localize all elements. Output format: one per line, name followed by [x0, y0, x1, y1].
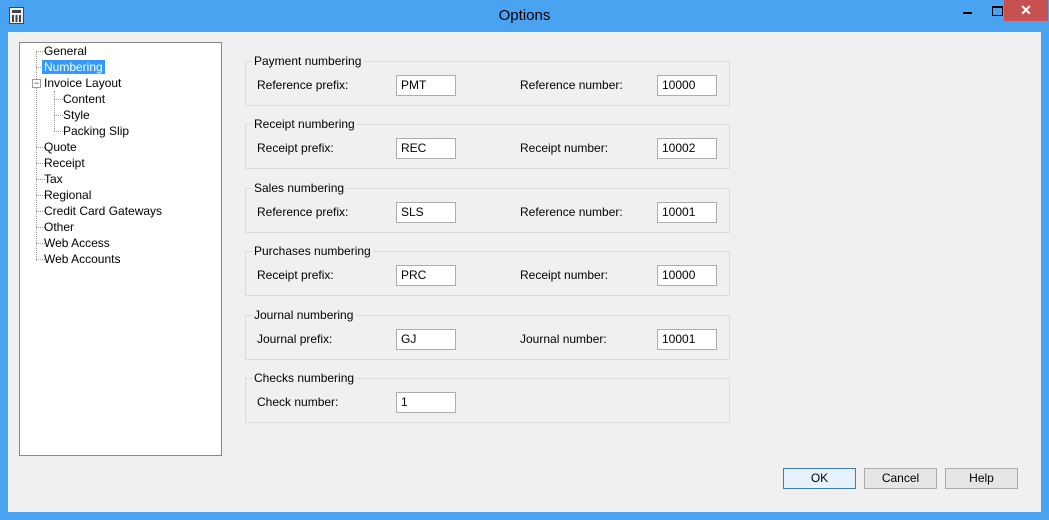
- receipt-prefix-input[interactable]: REC: [396, 138, 456, 159]
- tree-item-regional[interactable]: Regional: [42, 187, 93, 203]
- checks-numbering-group: Checks numbering Check number: 1: [245, 371, 730, 423]
- tree-line: [54, 91, 55, 131]
- tree-item-web-accounts[interactable]: Web Accounts: [42, 251, 123, 267]
- sales-number-input[interactable]: 10001: [657, 202, 717, 223]
- tree-item-web-access[interactable]: Web Access: [42, 235, 112, 251]
- payment-prefix-input[interactable]: PMT: [396, 75, 456, 96]
- sales-numbering-group: Sales numbering Reference prefix: SLS Re…: [245, 181, 730, 233]
- group-title: Purchases numbering: [252, 244, 373, 258]
- tree-item-content[interactable]: Content: [61, 91, 107, 107]
- tree-item-tax[interactable]: Tax: [42, 171, 65, 187]
- journal-numbering-group: Journal numbering Journal prefix: GJ Jou…: [245, 308, 730, 360]
- group-title: Receipt numbering: [252, 117, 357, 131]
- ok-button[interactable]: OK: [783, 468, 856, 489]
- window-title: Options: [498, 7, 551, 24]
- tree-item-other[interactable]: Other: [42, 219, 76, 235]
- journal-number-input[interactable]: 10001: [657, 329, 717, 350]
- reference-number-label: Reference number:: [520, 78, 623, 92]
- purchases-numbering-group: Purchases numbering Receipt prefix: PRC …: [245, 244, 730, 296]
- close-button[interactable]: ✕: [1004, 0, 1048, 21]
- group-title: Payment numbering: [252, 54, 364, 68]
- journal-prefix-label: Journal prefix:: [257, 332, 333, 346]
- tree-item-general[interactable]: General: [42, 43, 89, 59]
- journal-prefix-input[interactable]: GJ: [396, 329, 456, 350]
- sales-prefix-input[interactable]: SLS: [396, 202, 456, 223]
- tree-item-numbering[interactable]: Numbering: [42, 59, 105, 75]
- receipt-prefix-label: Receipt prefix:: [257, 141, 334, 155]
- tree-item-receipt[interactable]: Receipt: [42, 155, 87, 171]
- title-bar[interactable]: Options ✕: [0, 0, 1049, 32]
- receipt-numbering-group: Receipt numbering Receipt prefix: REC Re…: [245, 117, 730, 169]
- cancel-button[interactable]: Cancel: [864, 468, 937, 489]
- tree-item-style[interactable]: Style: [61, 107, 92, 123]
- options-window: Options ✕ General Numbering − Invoice La…: [0, 0, 1049, 520]
- group-title: Checks numbering: [252, 371, 357, 385]
- group-title: Journal numbering: [252, 308, 356, 322]
- minimize-button[interactable]: [952, 0, 982, 22]
- tree-item-packing-slip[interactable]: Packing Slip: [61, 123, 131, 139]
- tree-item-credit-card-gateways[interactable]: Credit Card Gateways: [42, 203, 164, 219]
- tree-item-quote[interactable]: Quote: [42, 139, 79, 155]
- dialog-body: General Numbering − Invoice Layout Conte…: [8, 32, 1041, 512]
- journal-number-label: Journal number:: [520, 332, 607, 346]
- purchases-number-input[interactable]: 10000: [657, 265, 717, 286]
- receipt-prefix-label: Receipt prefix:: [257, 268, 334, 282]
- tree-item-invoice-layout[interactable]: Invoice Layout: [42, 75, 123, 91]
- payment-numbering-group: Payment numbering Reference prefix: PMT …: [245, 54, 730, 106]
- receipt-number-label: Receipt number:: [520, 268, 609, 282]
- reference-prefix-label: Reference prefix:: [257, 205, 349, 219]
- purchases-prefix-input[interactable]: PRC: [396, 265, 456, 286]
- reference-prefix-label: Reference prefix:: [257, 78, 349, 92]
- check-number-input[interactable]: 1: [396, 392, 456, 413]
- help-button[interactable]: Help: [945, 468, 1018, 489]
- reference-number-label: Reference number:: [520, 205, 623, 219]
- receipt-number-input[interactable]: 10002: [657, 138, 717, 159]
- check-number-label: Check number:: [257, 395, 339, 409]
- group-title: Sales numbering: [252, 181, 347, 195]
- payment-number-input[interactable]: 10000: [657, 75, 717, 96]
- collapse-icon[interactable]: −: [32, 79, 41, 88]
- options-tree[interactable]: General Numbering − Invoice Layout Conte…: [19, 42, 222, 456]
- receipt-number-label: Receipt number:: [520, 141, 609, 155]
